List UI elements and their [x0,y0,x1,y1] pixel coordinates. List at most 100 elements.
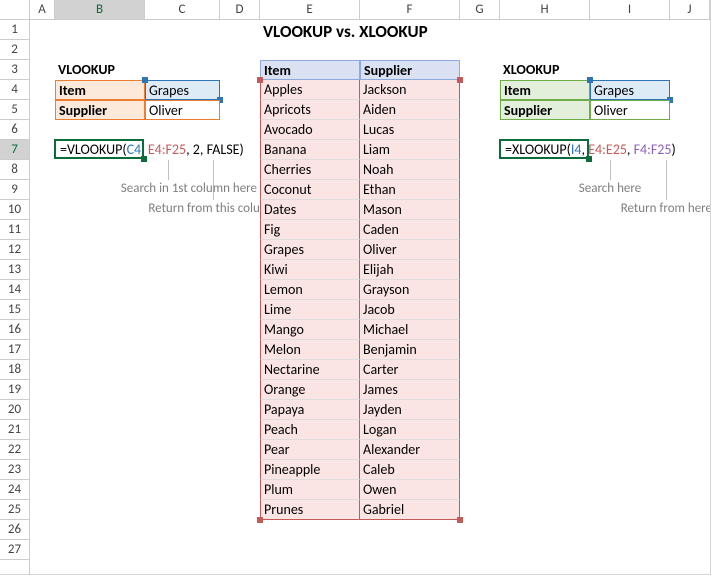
table-cell-item[interactable]: Peach [260,420,360,440]
table-cell-item[interactable]: Banana [260,140,360,160]
table-cell-supplier[interactable]: Oliver [360,240,460,260]
row-13[interactable]: 13 [0,260,29,280]
xlookup-item-label[interactable]: Item [500,80,590,100]
table-cell-item[interactable]: Apples [260,80,360,100]
row-24[interactable]: 24 [0,480,29,500]
col-I[interactable]: I [590,0,670,19]
vlookup-item-label[interactable]: Item [55,80,145,100]
xlookup-formula-cell[interactable]: =XLOOKUP(I4, E4:E25, F4:F25) [502,140,711,160]
xlookup-supplier-value[interactable]: Oliver [590,100,670,120]
xlookup-item-value[interactable]: Grapes [590,80,670,100]
vlookup-supplier-label[interactable]: Supplier [55,100,145,120]
row-20[interactable]: 20 [0,400,29,420]
col-A[interactable]: A [30,0,55,19]
table-cell-supplier[interactable]: Ethan [360,180,460,200]
formula-arg3: F4:F25 [634,141,672,158]
table-cell-item[interactable]: Melon [260,340,360,360]
table-cell-supplier[interactable]: Liam [360,140,460,160]
row-26[interactable]: 26 [0,520,29,540]
row-7[interactable]: 7 [0,140,29,160]
table-cell-item[interactable]: Mango [260,320,360,340]
row-8[interactable]: 8 [0,160,29,180]
col-E[interactable]: E [260,0,360,19]
table-cell-supplier[interactable]: Elijah [360,260,460,280]
row-15[interactable]: 15 [0,300,29,320]
row-10[interactable]: 10 [0,200,29,220]
table-cell-supplier[interactable]: Aiden [360,100,460,120]
table-cell-supplier[interactable]: Grayson [360,280,460,300]
formula-arg2: E4:E25 [588,141,627,158]
table-cell-item[interactable]: Grapes [260,240,360,260]
grid[interactable]: VLOOKUP vs. XLOOKUP VLOOKUP Item Grapes … [30,20,710,574]
row-1[interactable]: 1 [0,20,29,40]
row-2[interactable]: 2 [0,40,29,60]
table-cell-item[interactable]: Lime [260,300,360,320]
table-cell-supplier[interactable]: Gabriel [360,500,460,520]
table-cell-item[interactable]: Avocado [260,120,360,140]
table-cell-item[interactable]: Fig [260,220,360,240]
row-6[interactable]: 6 [0,120,29,140]
col-J[interactable]: J [670,0,710,19]
table-cell-supplier[interactable]: Alexander [360,440,460,460]
fill-handle-x[interactable] [586,156,592,162]
table-cell-item[interactable]: Plum [260,480,360,500]
table-cell-supplier[interactable]: Mason [360,200,460,220]
vlookup-item-value[interactable]: Grapes [145,80,220,100]
row-19[interactable]: 19 [0,380,29,400]
table-cell-supplier[interactable]: James [360,380,460,400]
col-B[interactable]: B [55,0,145,19]
table-cell-item[interactable]: Prunes [260,500,360,520]
col-D[interactable]: D [220,0,260,19]
table-cell-supplier[interactable]: Jackson [360,80,460,100]
table-cell-item[interactable]: Papaya [260,400,360,420]
row-9[interactable]: 9 [0,180,29,200]
table-cell-item[interactable]: Pear [260,440,360,460]
row-12[interactable]: 12 [0,240,29,260]
table-cell-supplier[interactable]: Michael [360,320,460,340]
table-cell-supplier[interactable]: Carter [360,360,460,380]
table-cell-supplier[interactable]: Jayden [360,400,460,420]
table-cell-item[interactable]: Dates [260,200,360,220]
table-cell-item[interactable]: Cherries [260,160,360,180]
table-cell-supplier[interactable]: Benjamin [360,340,460,360]
row-18[interactable]: 18 [0,360,29,380]
table-cell-item[interactable]: Pineapple [260,460,360,480]
table-cell-supplier[interactable]: Owen [360,480,460,500]
col-C[interactable]: C [145,0,220,19]
row-27[interactable]: 27 [0,540,29,560]
col-F[interactable]: F [360,0,460,19]
table-cell-item[interactable]: Kiwi [260,260,360,280]
row-21[interactable]: 21 [0,420,29,440]
row-22[interactable]: 22 [0,440,29,460]
table-cell-item[interactable]: Orange [260,380,360,400]
row-25[interactable]: 25 [0,500,29,520]
table-cell-supplier[interactable]: Lucas [360,120,460,140]
vlookup-supplier-value[interactable]: Oliver [145,100,220,120]
col-G[interactable]: G [460,0,500,19]
table-cell-item[interactable]: Nectarine [260,360,360,380]
table-cell-supplier[interactable]: Caden [360,220,460,240]
range-marker-icon [257,517,263,523]
table-cell-supplier[interactable]: Noah [360,160,460,180]
table-cell-supplier[interactable]: Jacob [360,300,460,320]
xlookup-supplier-label[interactable]: Supplier [500,100,590,120]
table-header-item[interactable]: Item [260,60,360,80]
table-cell-supplier[interactable]: Logan [360,420,460,440]
row-11[interactable]: 11 [0,220,29,240]
table-cell-item[interactable]: Apricots [260,100,360,120]
row-3[interactable]: 3 [0,60,29,80]
row-5[interactable]: 5 [0,100,29,120]
col-H[interactable]: H [500,0,590,19]
row-4[interactable]: 4 [0,80,29,100]
row-14[interactable]: 14 [0,280,29,300]
spreadsheet[interactable]: A B C D E F G H I J 12345678910111213141… [0,0,711,575]
fill-handle[interactable] [141,156,147,162]
table-cell-item[interactable]: Coconut [260,180,360,200]
select-all-corner[interactable] [0,0,30,19]
table-cell-supplier[interactable]: Caleb [360,460,460,480]
table-cell-item[interactable]: Lemon [260,280,360,300]
row-17[interactable]: 17 [0,340,29,360]
table-header-supplier[interactable]: Supplier [360,60,460,80]
row-16[interactable]: 16 [0,320,29,340]
row-23[interactable]: 23 [0,460,29,480]
